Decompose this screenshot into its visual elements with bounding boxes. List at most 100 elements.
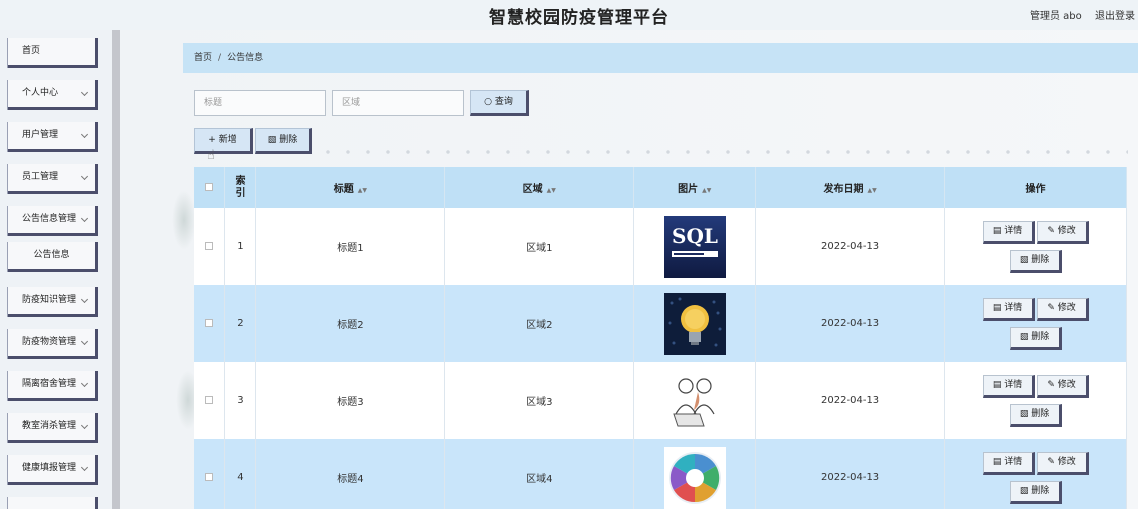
sql-functions-thumbnail[interactable]: SQL [663, 215, 726, 278]
detail-button[interactable]: ▤ 详情 [982, 451, 1035, 475]
header-date[interactable]: 发布日期 ▲▼ [755, 167, 946, 208]
breadcrumb-current: 公告信息 [227, 53, 264, 63]
sidebar-item-classroom-disinfection[interactable]: 教室消杀管理 [8, 413, 98, 443]
pencil-icon: ✎ [1047, 456, 1058, 467]
sidebar-item-notice-management[interactable]: 公告信息管理 [8, 206, 98, 236]
document-icon: ▤ [992, 225, 1005, 236]
row-actions: ▤ 详情 ✎ 修改 ▧ 删除 [944, 208, 1127, 285]
sort-icon[interactable]: ▲▼ [702, 187, 711, 194]
row-checkbox[interactable] [205, 319, 214, 327]
query-button[interactable]: ○ 查询 [470, 90, 529, 116]
row-actions: ▤ 详情 ✎ 修改 ▧ 删除 [944, 285, 1127, 362]
sidebar-subitem-notice-info[interactable]: 公告信息 [8, 242, 98, 272]
chevron-down-icon [80, 463, 89, 472]
sidebar-item-quarantine-dorm[interactable]: 隔离宿舍管理 [8, 371, 98, 401]
document-icon: ▤ [992, 302, 1005, 313]
top-bar: 智慧校园防疫管理平台 管理员 abo 退出登录 [0, 0, 1138, 30]
chevron-down-icon [80, 88, 89, 97]
delete-button[interactable]: ▧ 删除 [1009, 326, 1062, 350]
breadcrumb-home[interactable]: 首页 [194, 53, 212, 63]
document-icon: ▤ [992, 379, 1005, 390]
sidebar-item-home[interactable]: 首页 [8, 38, 98, 68]
row-index: 1 [224, 208, 257, 285]
sidebar-item-user-management[interactable]: 用户管理 [8, 122, 98, 152]
add-label: 新增 [218, 135, 237, 145]
decorative-dots [318, 150, 1128, 154]
detail-button[interactable]: ▤ 详情 [982, 297, 1035, 321]
chevron-down-icon [80, 130, 89, 139]
row-area: 区域4 [444, 439, 635, 509]
circular-diagram-thumbnail[interactable] [663, 446, 726, 509]
row-checkbox[interactable] [205, 242, 214, 250]
table-row: 1 标题1 区域1 SQL 2022-04-13 ▤ 详情 ✎ 修改 ▧ 删除 [194, 208, 1127, 285]
logout-link[interactable]: 退出登录 [1095, 7, 1135, 22]
people-laptop-thumbnail[interactable] [663, 369, 726, 432]
select-all-cell[interactable] [194, 167, 226, 208]
edit-button[interactable]: ✎ 修改 [1036, 374, 1089, 398]
sort-icon[interactable]: ▲▼ [547, 187, 556, 194]
chevron-down-icon [80, 295, 89, 304]
sidebar-item-knowledge-management[interactable]: 防疫知识管理 [8, 287, 98, 317]
sidebar-item-label: 防疫物资管理 [22, 337, 77, 347]
app-title: 智慧校园防疫管理平台 [489, 8, 669, 28]
edit-button[interactable]: ✎ 修改 [1036, 220, 1089, 244]
sidebar-scrollbar[interactable] [112, 30, 120, 509]
sidebar-item-supplies-management[interactable]: 防疫物资管理 [8, 329, 98, 359]
header-image[interactable]: 图片 ▲▼ [633, 167, 757, 208]
table-row: 4 标题4 区域4 2022-04-13 ▤ 详情 ✎ 修改 ▧ 删除 [194, 439, 1127, 509]
row-checkbox[interactable] [205, 473, 214, 481]
query-label: 查询 [494, 97, 513, 107]
svg-text:SQL: SQL [672, 224, 718, 248]
header-title[interactable]: 标题 ▲▼ [255, 167, 446, 208]
sidebar-item-partial[interactable] [8, 497, 98, 509]
row-date: 2022-04-13 [755, 439, 946, 509]
row-title: 标题3 [255, 362, 446, 439]
detail-button[interactable]: ▤ 详情 [982, 374, 1035, 398]
table-row: 2 标题2 区域2 2022-04-13 ▤ 详情 ✎ 修改 ▧ 删除 [194, 285, 1127, 362]
add-button[interactable]: + 新增 [194, 128, 253, 154]
lightbulb-thumbnail[interactable] [663, 292, 726, 355]
header-area[interactable]: 区域 ▲▼ [444, 167, 635, 208]
chevron-down-icon [80, 421, 89, 430]
search-icon: ○ [484, 97, 492, 107]
row-area: 区域1 [444, 208, 635, 285]
delete-button[interactable]: ▧ 删除 [1009, 249, 1062, 273]
delete-button[interactable]: ▧ 删除 [1009, 480, 1062, 504]
trash-icon: ▧ [1019, 254, 1032, 265]
user-name: 管理员 abo [1030, 11, 1082, 22]
edit-button[interactable]: ✎ 修改 [1036, 297, 1089, 321]
sidebar-item-personal-center[interactable]: 个人中心 [8, 80, 98, 110]
batch-delete-button[interactable]: ▧ 删除 [255, 128, 312, 154]
sidebar-item-label: 员工管理 [22, 172, 59, 182]
row-actions: ▤ 详情 ✎ 修改 ▧ 删除 [944, 439, 1127, 509]
plus-icon: + [208, 135, 216, 145]
row-title: 标题1 [255, 208, 446, 285]
sidebar-item-staff-management[interactable]: 员工管理 [8, 164, 98, 194]
sidebar-item-label: 公告信息管理 [22, 214, 77, 224]
sort-icon[interactable]: ▲▼ [358, 187, 367, 194]
sidebar-item-label: 隔离宿舍管理 [22, 379, 77, 389]
row-area: 区域2 [444, 285, 635, 362]
chevron-down-icon [80, 379, 89, 388]
row-area: 区域3 [444, 362, 635, 439]
sidebar-item-label: 首页 [22, 46, 41, 56]
edit-button[interactable]: ✎ 修改 [1036, 451, 1089, 475]
chevron-down-icon [80, 214, 89, 223]
select-all-checkbox[interactable] [205, 183, 214, 191]
header-actions: 操作 [944, 167, 1127, 208]
sidebar-item-label: 公告信息 [33, 250, 70, 260]
delete-label: 删除 [279, 135, 298, 145]
sidebar-item-label: 用户管理 [22, 130, 59, 140]
row-checkbox[interactable] [205, 396, 214, 404]
area-search-input[interactable]: 区域 [332, 90, 464, 116]
detail-button[interactable]: ▤ 详情 [982, 220, 1035, 244]
sort-icon[interactable]: ▲▼ [868, 187, 877, 194]
sidebar-item-label: 防疫知识管理 [22, 295, 77, 305]
sidebar-item-label: 教室消杀管理 [22, 421, 77, 431]
sidebar-item-health-report[interactable]: 健康填报管理 [8, 455, 98, 485]
delete-button[interactable]: ▧ 删除 [1009, 403, 1062, 427]
row-index: 4 [224, 439, 257, 509]
trash-icon: ▧ [267, 135, 277, 145]
title-search-input[interactable]: 标题 [194, 90, 326, 116]
pencil-icon: ✎ [1047, 302, 1058, 313]
